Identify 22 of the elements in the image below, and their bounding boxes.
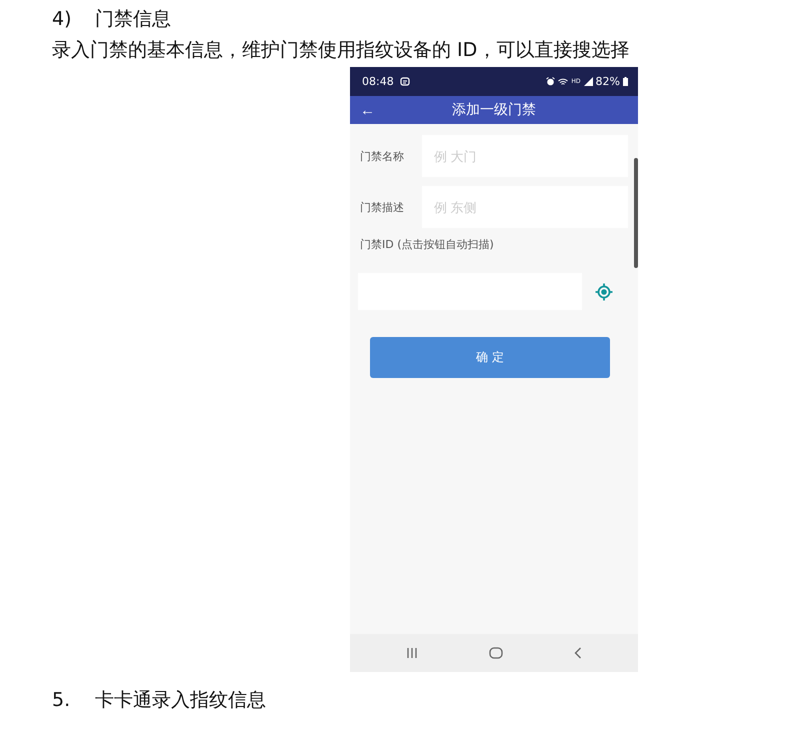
back-button[interactable]: ← (350, 102, 381, 118)
field-label: 门禁ID (点击按钮自动扫描) (360, 237, 495, 252)
battery-icon (623, 77, 628, 86)
status-time: 08:48 (362, 75, 394, 88)
notification-icon (400, 77, 410, 86)
field-label: 门禁描述 (360, 200, 405, 214)
recent-apps-icon[interactable] (406, 647, 418, 659)
section-number: 4) (52, 7, 73, 32)
screen-title: 添加一级门禁 (452, 101, 536, 119)
signal-icon (584, 77, 593, 86)
section-title: 门禁信息 (95, 7, 171, 32)
field-label: 门禁名称 (360, 148, 405, 164)
alarm-icon (546, 77, 556, 86)
description-text: 录入门禁的基本信息，维护门禁使用指纹设备的 ID，可以直接搜选择 (52, 38, 630, 63)
confirm-button[interactable]: 确 定 (370, 337, 610, 378)
back-icon[interactable] (574, 647, 582, 659)
scan-icon[interactable] (595, 282, 613, 300)
section-number: 5. (52, 688, 72, 713)
wifi-icon (558, 78, 568, 86)
section-title: 卡卡通录入指纹信息 (95, 688, 266, 713)
home-icon[interactable] (488, 647, 503, 659)
battery-percent: 82% (596, 75, 620, 88)
